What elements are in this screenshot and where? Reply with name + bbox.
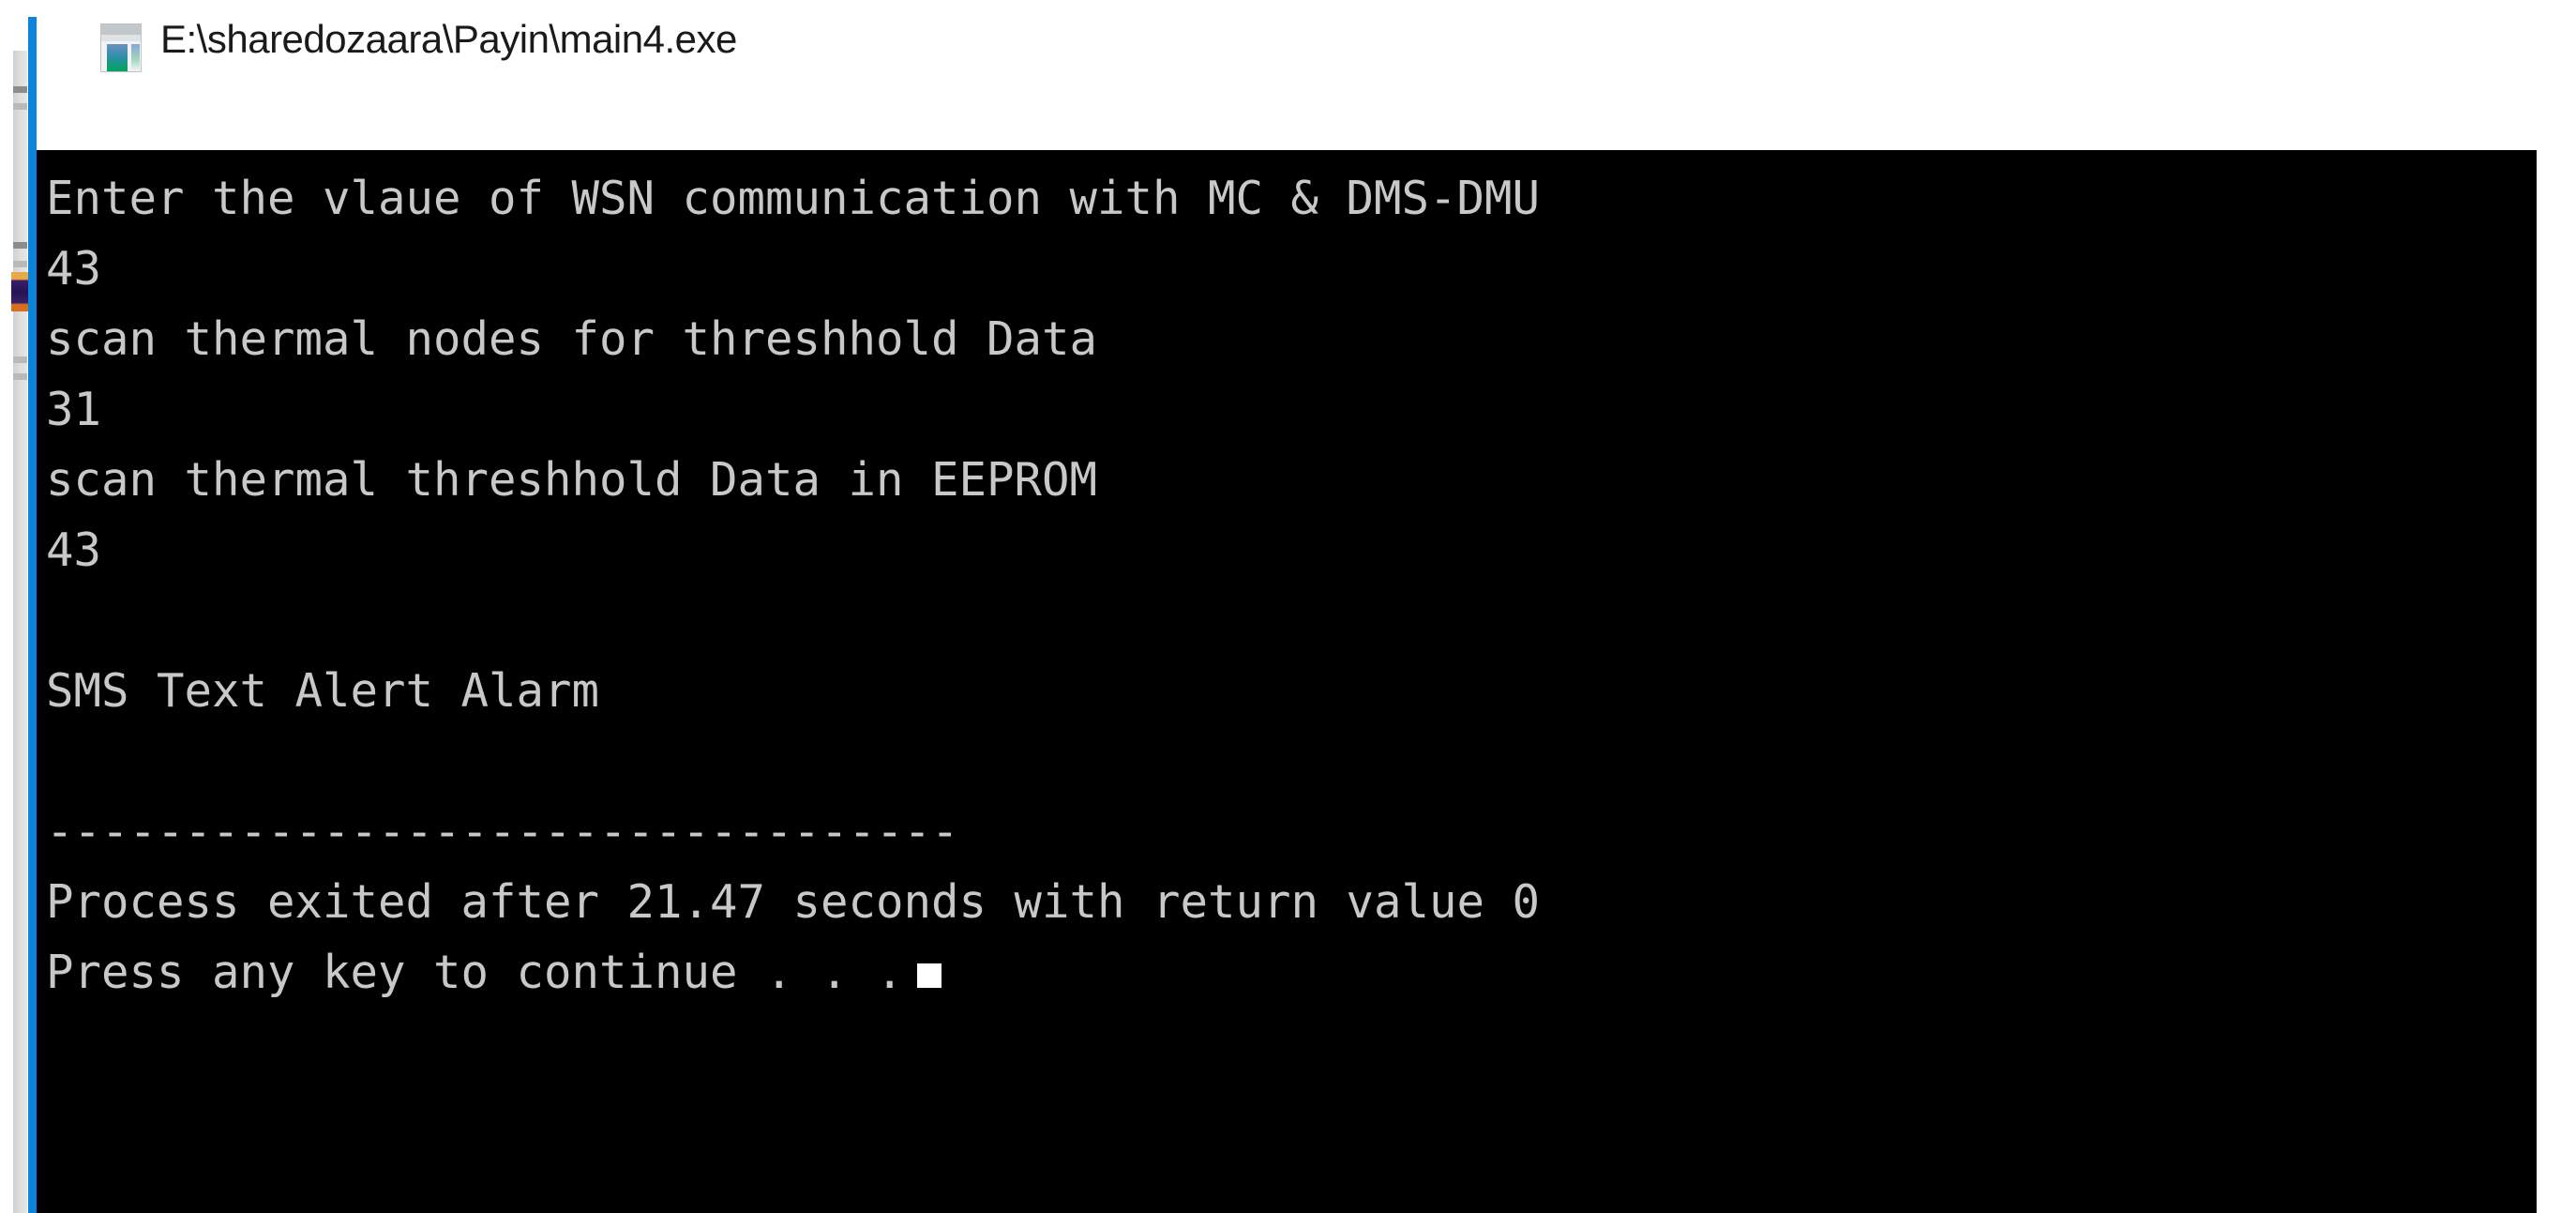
- console-line: 43: [46, 523, 102, 577]
- window-left-edge: [28, 17, 37, 1213]
- console-line: scan thermal threshhold Data in EEPROM: [46, 453, 1098, 507]
- console-line: 31: [46, 383, 102, 436]
- console-text: Enter the vlaue of WSN communication wit…: [46, 163, 2537, 1008]
- gutter-tick: [13, 373, 27, 380]
- console-output-area[interactable]: Enter the vlaue of WSN communication wit…: [37, 150, 2537, 1213]
- console-line: ---------------------------------: [46, 805, 959, 858]
- window-titlebar[interactable]: E:\sharedozaara\Payin\main4.exe: [37, 0, 2576, 150]
- gutter-tick: [13, 86, 27, 93]
- console-line: scan thermal nodes for threshhold Data: [46, 312, 1098, 366]
- editor-gutter-strip[interactable]: [13, 51, 27, 1213]
- console-line: Process exited after 21.47 seconds with …: [46, 875, 1541, 929]
- gutter-tick: [13, 103, 27, 110]
- window-title-text: E:\sharedozaara\Payin\main4.exe: [160, 17, 737, 61]
- gutter-tick: [13, 242, 27, 249]
- block-cursor: [916, 963, 942, 988]
- console-line: 43: [46, 242, 102, 296]
- gutter-tick: [13, 356, 27, 363]
- icon-screen-left: [107, 44, 128, 71]
- console-line: Press any key to continue . . .: [46, 937, 2537, 1008]
- icon-toolbar-band: [101, 35, 141, 41]
- console-line: SMS Text Alert Alarm: [46, 664, 600, 718]
- gutter-tick: [13, 261, 27, 267]
- console-app-icon: [100, 23, 142, 72]
- console-line: Enter the vlaue of WSN communication wit…: [46, 172, 1541, 225]
- icon-screen-right: [131, 44, 140, 71]
- gutter-bookmark-marker[interactable]: [11, 272, 28, 311]
- icon-titlebar-band: [101, 24, 141, 35]
